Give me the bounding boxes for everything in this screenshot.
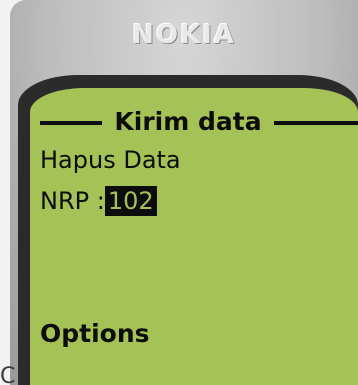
nrp-label: NRP : [40,187,105,215]
menu-item-hapus-data[interactable]: Hapus Data [40,145,181,175]
nrp-row: NRP :102 [40,186,157,216]
screen-title-bar: Kirim data [30,106,358,138]
title-rule-right [274,121,358,125]
brand-logo: NOKIA [132,20,236,50]
title-rule-left [40,121,102,125]
nrp-input-value: 102 [106,187,155,215]
lcd-screen: Kirim data Hapus Data NRP :102 Options [30,88,358,385]
nrp-input[interactable]: 102 [104,186,157,216]
screen-title: Kirim data [114,107,262,136]
corner-glyph: C [0,364,16,385]
phone-emulator: NOKIA Kirim data Hapus Data NRP :102 Opt… [0,0,358,385]
options-softkey[interactable]: Options [40,318,150,350]
